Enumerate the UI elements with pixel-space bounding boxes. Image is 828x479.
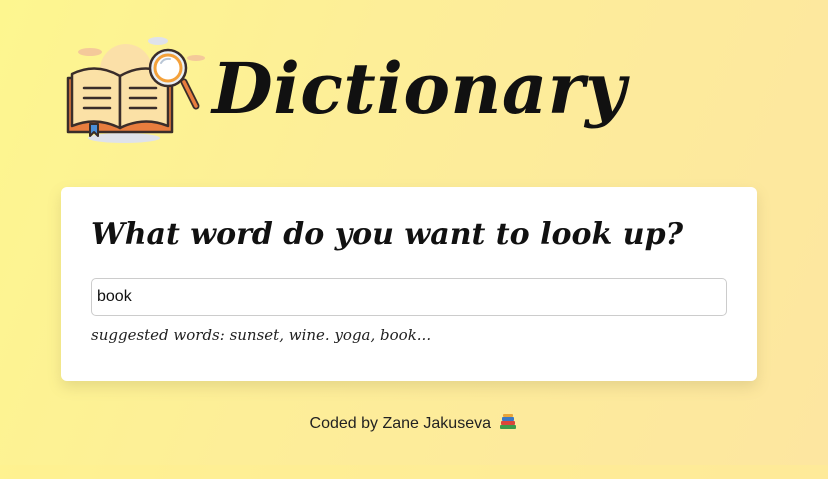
books-icon: [500, 414, 517, 429]
footer-credit: Coded by Zane Jakuseva: [309, 415, 491, 432]
suggested-words-hint: suggested words: sunset, wine. yoga, boo…: [91, 326, 432, 344]
search-input[interactable]: [91, 278, 727, 316]
bottom-strip: [0, 465, 828, 479]
search-prompt: What word do you want to look up?: [91, 217, 684, 252]
footer: Coded by Zane Jakuseva: [0, 413, 828, 433]
book-magnifier-icon: [66, 37, 205, 143]
app-title: Dictionary: [212, 46, 627, 130]
app-header: Dictionary: [62, 30, 626, 150]
search-card: What word do you want to look up? sugges…: [61, 187, 757, 381]
